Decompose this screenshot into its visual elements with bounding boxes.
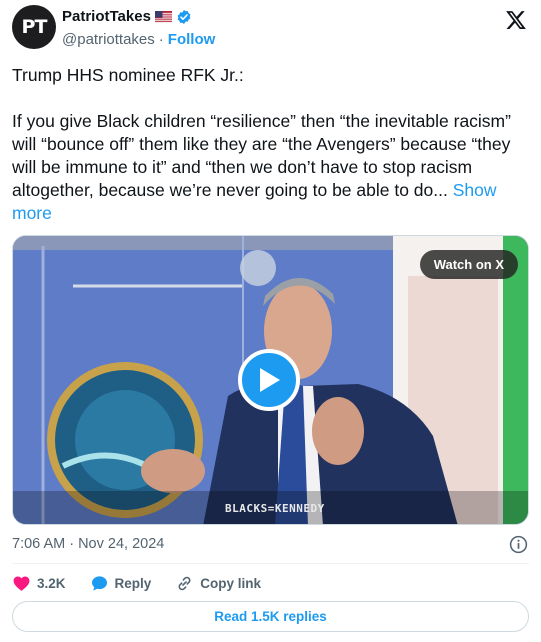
reply-label: Reply	[114, 575, 152, 591]
us-flag-icon	[154, 10, 172, 23]
video-player[interactable]: Watch on X BLACKS=KENNEDY	[12, 235, 529, 525]
avatar-initials: PT	[21, 16, 48, 38]
info-icon[interactable]	[509, 535, 528, 554]
tweet-timestamp[interactable]: 7:06 AM · Nov 24, 2024	[12, 536, 164, 552]
divider	[12, 563, 529, 564]
like-button[interactable]: 3.2K	[12, 574, 66, 593]
read-replies-button[interactable]: Read 1.5K replies	[12, 601, 529, 632]
follow-button[interactable]: Follow	[168, 31, 216, 48]
author-name-row: PatriotTakes	[62, 8, 192, 25]
reply-bubble-icon	[91, 575, 107, 591]
tweet-text: Trump HHS nominee RFK Jr.: If you give B…	[12, 64, 524, 225]
author-handle-row: @patriottakes · Follow	[62, 31, 215, 48]
handle-separator: ·	[158, 31, 164, 48]
copy-link-button[interactable]: Copy link	[175, 574, 261, 593]
author-handle[interactable]: @patriottakes	[62, 31, 155, 48]
link-icon	[178, 576, 191, 590]
tweet-body-text: If you give Black children “resilience” …	[12, 111, 511, 200]
tweet-body: If you give Black children “resilience” …	[12, 110, 524, 225]
copy-link-label: Copy link	[200, 575, 262, 591]
action-bar: 3.2K Reply Copy link	[12, 572, 285, 594]
play-icon	[260, 368, 280, 392]
verified-badge-icon	[177, 9, 191, 24]
author-name[interactable]: PatriotTakes	[62, 8, 151, 25]
heart-icon	[13, 576, 30, 591]
tweet-card: PT PatriotTakes @patriottakes · Follow T…	[0, 0, 541, 642]
avatar[interactable]: PT	[12, 5, 56, 49]
reply-button[interactable]: Reply	[90, 574, 152, 593]
video-watermark: BLACKS=KENNEDY	[225, 502, 325, 515]
like-count: 3.2K	[37, 575, 66, 591]
tweet-line-1: Trump HHS nominee RFK Jr.:	[12, 65, 244, 85]
play-button[interactable]	[238, 349, 300, 411]
watch-on-x-button[interactable]: Watch on X	[419, 250, 518, 279]
x-logo-icon[interactable]	[505, 9, 527, 31]
